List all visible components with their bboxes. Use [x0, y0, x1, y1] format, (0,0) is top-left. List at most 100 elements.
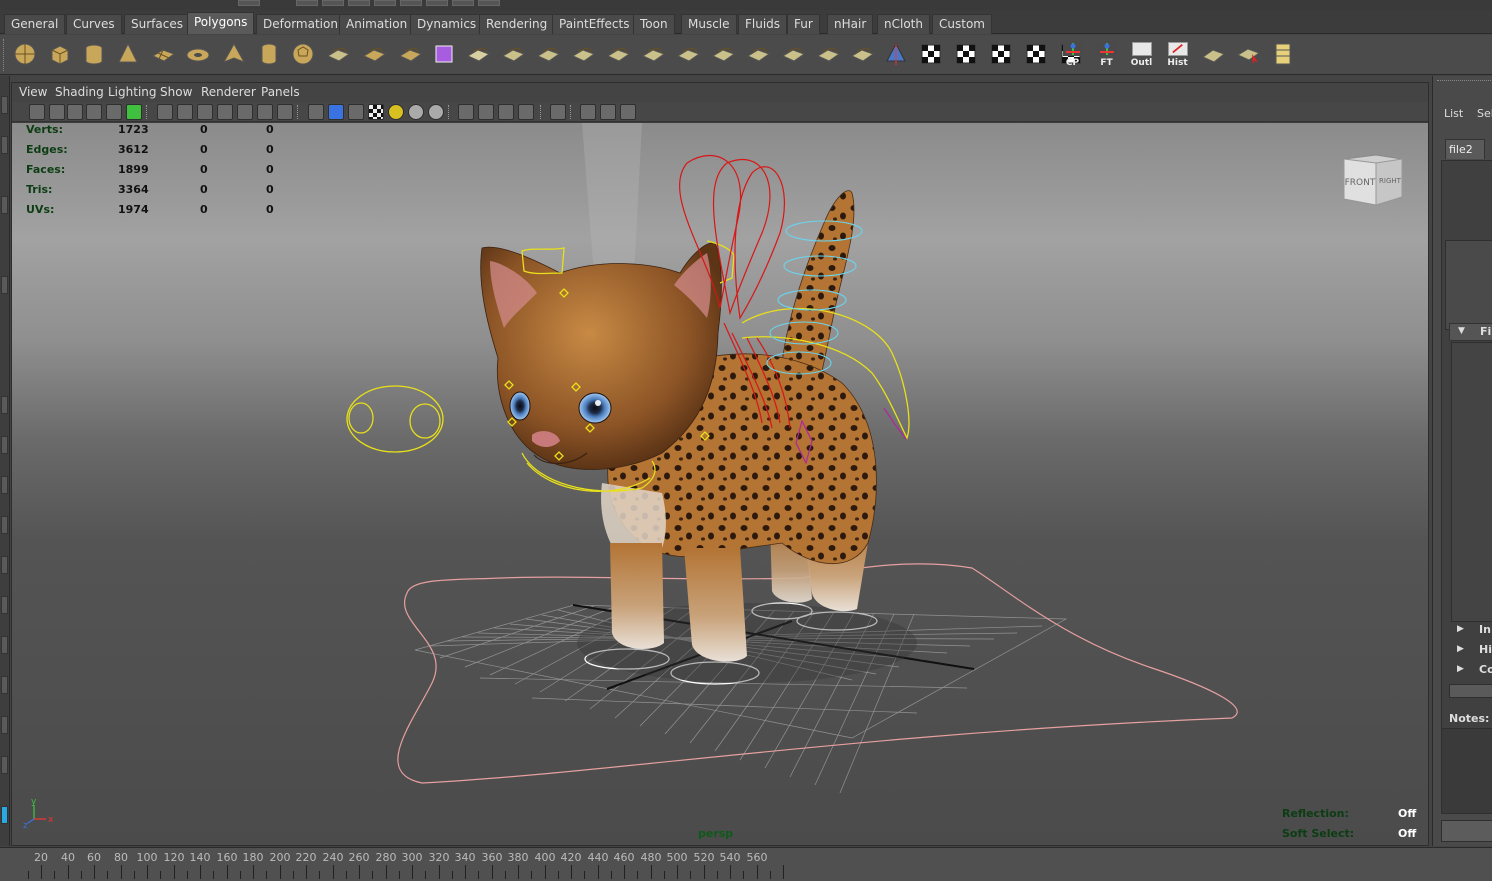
shelf-tab-painteffects[interactable]: PaintEffects — [552, 14, 637, 34]
horizontal-scrollbar[interactable] — [1449, 684, 1492, 698]
cat-model[interactable] — [480, 190, 877, 662]
checker-1-icon[interactable] — [915, 38, 946, 69]
multisample-icon[interactable] — [478, 104, 494, 120]
notes-field[interactable] — [1441, 728, 1492, 814]
poly-sphere-smooth-icon[interactable] — [394, 38, 425, 69]
backface-icon[interactable] — [620, 104, 636, 120]
tool-button-active[interactable] — [1, 806, 8, 824]
status-line-button[interactable] — [296, 0, 318, 6]
section-hardware[interactable]: ▶ Hi — [1449, 642, 1492, 660]
wedge-icon[interactable] — [637, 38, 668, 69]
tool-button[interactable] — [1, 636, 8, 654]
status-line-button[interactable] — [374, 0, 396, 6]
panel-grip[interactable] — [1437, 80, 1492, 86]
cp-button[interactable]: CP — [1057, 38, 1088, 69]
shelf-tab-toon[interactable]: Toon — [633, 14, 675, 34]
crease-icon[interactable] — [777, 38, 808, 69]
wireframe-on-shaded-icon[interactable] — [348, 104, 364, 120]
tool-button[interactable] — [1, 96, 8, 114]
status-line-button[interactable] — [400, 0, 422, 6]
smooth-shade-icon[interactable] — [328, 104, 344, 120]
menu-select[interactable]: Sele — [1477, 107, 1492, 120]
status-line-button[interactable] — [238, 0, 260, 6]
cut-uvs-icon[interactable] — [322, 38, 353, 69]
depth-of-field-icon[interactable] — [498, 104, 514, 120]
tool-button[interactable] — [1, 196, 8, 214]
status-line-button[interactable] — [426, 0, 448, 6]
shelf-tab-custom[interactable]: Custom — [932, 14, 992, 34]
shelf-tab-general[interactable]: General — [4, 14, 66, 34]
history-button[interactable]: Hist — [1162, 38, 1193, 69]
tool-button[interactable] — [1, 476, 8, 494]
textured-icon[interactable] — [368, 104, 384, 120]
select-cursor-icon[interactable] — [1232, 38, 1263, 69]
select-button[interactable] — [1441, 820, 1492, 842]
camera-attr-icon[interactable] — [49, 104, 65, 120]
eye-aim-control[interactable] — [346, 385, 444, 453]
poly-cone-icon[interactable] — [112, 38, 143, 69]
tool-button[interactable] — [1, 756, 8, 774]
bookmark-icon[interactable] — [67, 104, 83, 120]
status-line-button[interactable] — [348, 0, 370, 6]
bevel-icon[interactable] — [672, 38, 703, 69]
ladder-icon[interactable] — [1267, 38, 1298, 69]
tool-button[interactable] — [1, 596, 8, 614]
poly-plane-icon[interactable] — [147, 38, 178, 69]
shelf-tab-fur[interactable]: Fur — [787, 14, 820, 34]
shelf-tab-surfaces[interactable]: Surfaces — [124, 14, 190, 34]
ft-button[interactable]: FT — [1091, 38, 1122, 69]
status-line-button[interactable] — [322, 0, 344, 6]
menu-renderer[interactable]: Renderer — [201, 85, 256, 99]
shelf-tab-curves[interactable]: Curves — [66, 14, 122, 34]
move-tool-icon[interactable] — [1197, 38, 1228, 69]
tool-button[interactable] — [1, 556, 8, 574]
checker-4-icon[interactable] — [1020, 38, 1051, 69]
menu-shading[interactable]: Shading — [55, 85, 104, 99]
tool-button[interactable] — [1, 676, 8, 694]
tool-button[interactable] — [1, 436, 8, 454]
shelf-tab-ncloth[interactable]: nCloth — [877, 14, 930, 34]
poly-sphere-small-icon[interactable] — [358, 38, 389, 69]
bridge-icon[interactable] — [567, 38, 598, 69]
safe-title-icon[interactable] — [277, 104, 293, 120]
split-icon[interactable] — [602, 38, 633, 69]
xray-active-icon[interactable] — [600, 104, 616, 120]
tab-file2[interactable]: file2 — [1445, 139, 1485, 159]
grease-pencil-icon[interactable] — [126, 104, 142, 120]
poly-soccer-ball-icon[interactable] — [287, 38, 318, 69]
poly-cylinder-icon[interactable] — [78, 38, 109, 69]
status-line-button[interactable] — [452, 0, 474, 6]
menu-show[interactable]: Show — [160, 85, 192, 99]
shelf-tab-rendering[interactable]: Rendering — [479, 14, 555, 34]
sculpt-icon[interactable] — [880, 38, 911, 69]
poly-pyramid-icon[interactable] — [218, 38, 249, 69]
status-line-button[interactable] — [478, 0, 500, 6]
xray-icon[interactable] — [550, 104, 566, 120]
tool-button[interactable] — [1, 716, 8, 734]
select-uvs-icon[interactable] — [497, 38, 528, 69]
extrude-face-icon[interactable] — [532, 38, 563, 69]
merge-icon[interactable] — [812, 38, 843, 69]
tool-button[interactable] — [1, 136, 8, 154]
shelf-grip[interactable] — [3, 39, 6, 71]
section-file-attributes[interactable]: ▼ Fil — [1449, 323, 1492, 341]
poly-pipe-icon[interactable] — [253, 38, 284, 69]
xray-joints-icon[interactable] — [580, 104, 596, 120]
shelf-tab-dynamics[interactable]: Dynamics — [410, 14, 484, 34]
2d-pan-icon[interactable] — [106, 104, 122, 120]
time-slider[interactable]: 20 40 60 80 100 120 140 160 180 200 220 240 260 280 30… — [0, 847, 1492, 881]
tool-button[interactable] — [1, 516, 8, 534]
camera-icon[interactable] — [29, 104, 45, 120]
tool-button[interactable] — [1, 396, 8, 414]
append-icon[interactable] — [707, 38, 738, 69]
shadows-icon[interactable] — [408, 104, 424, 120]
view-cube[interactable]: FRONT RIGHT — [1340, 153, 1406, 207]
shelf-tab-animation[interactable]: Animation — [339, 14, 415, 34]
isolate-select-icon[interactable] — [518, 104, 534, 120]
menu-view[interactable]: View — [19, 85, 47, 99]
shelf-tab-fluids[interactable]: Fluids — [738, 14, 788, 34]
outliner-button[interactable]: Outl — [1126, 38, 1157, 69]
film-gate-icon[interactable] — [177, 104, 193, 120]
menu-panels[interactable]: Panels — [261, 85, 300, 99]
shelf-tab-polygons[interactable]: Polygons — [187, 12, 255, 34]
